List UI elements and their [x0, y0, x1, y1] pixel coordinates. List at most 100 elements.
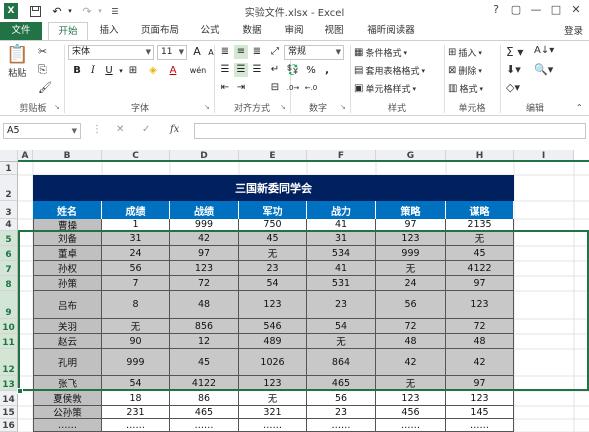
data-cell[interactable]: 54 — [102, 376, 170, 391]
autosum-icon[interactable]: Σ ▾ — [506, 45, 523, 59]
data-cell[interactable]: …… — [446, 419, 514, 432]
data-cell[interactable]: 无 — [376, 376, 446, 391]
column-title-cell[interactable]: 谋略 — [446, 201, 514, 219]
data-cell[interactable]: 72 — [446, 319, 514, 334]
column-title-cell[interactable]: 战力 — [307, 201, 376, 219]
name-cell[interactable]: 刘备 — [33, 231, 102, 246]
data-cell[interactable]: 23 — [307, 406, 376, 419]
wrap-text-icon[interactable]: ↵ — [268, 63, 282, 77]
row-header-6[interactable]: 6 — [0, 246, 18, 261]
login-link[interactable]: 登录 — [564, 23, 583, 37]
tab-data[interactable]: 数据 — [236, 22, 268, 40]
row-header-10[interactable]: 10 — [0, 319, 18, 334]
data-cell[interactable]: 864 — [307, 349, 376, 376]
table-title[interactable]: 三国新委同学会 — [33, 175, 514, 201]
data-cell[interactable]: 1 — [102, 219, 170, 231]
enter-icon[interactable]: ✓ — [142, 124, 150, 135]
data-cell[interactable]: 24 — [376, 276, 446, 291]
clipboard-launcher-icon[interactable]: ↘ — [54, 103, 60, 111]
italic-button[interactable]: I — [86, 64, 100, 78]
data-cell[interactable]: 4122 — [446, 261, 514, 276]
data-cell[interactable]: 7 — [102, 276, 170, 291]
shrink-font-icon[interactable]: A — [204, 46, 218, 60]
alignment-launcher-icon[interactable]: ↘ — [280, 103, 286, 111]
data-cell[interactable]: 123 — [376, 231, 446, 246]
name-cell[interactable]: …… — [33, 419, 102, 432]
font-name-combo[interactable]: 宋体 ▼ — [68, 45, 154, 60]
data-cell[interactable]: …… — [170, 419, 239, 432]
tab-home[interactable]: 开始 — [48, 22, 88, 40]
data-cell[interactable]: 97 — [446, 376, 514, 391]
row-header-7[interactable]: 7 — [0, 261, 18, 276]
align-middle-icon[interactable]: ≡ — [234, 45, 248, 59]
data-cell[interactable]: 123 — [239, 376, 307, 391]
data-cell[interactable]: 999 — [102, 349, 170, 376]
help-button[interactable]: ? — [487, 2, 505, 18]
fill-color-icon[interactable]: ◈ — [146, 64, 160, 78]
data-cell[interactable]: 999 — [376, 246, 446, 261]
grow-font-icon[interactable]: A — [190, 45, 204, 59]
data-cell[interactable]: 42 — [376, 349, 446, 376]
phonetic-icon[interactable]: wén — [186, 64, 210, 78]
sort-filter-icon[interactable]: A↓▾ — [534, 45, 554, 56]
data-cell[interactable]: 534 — [307, 246, 376, 261]
row-header-2[interactable]: 2 — [0, 175, 18, 201]
fill-icon[interactable]: ⬇▾ — [506, 63, 521, 76]
tab-file[interactable]: 文件 — [0, 22, 42, 40]
font-size-combo[interactable]: 11 ▼ — [157, 45, 187, 60]
data-cell[interactable]: …… — [307, 419, 376, 432]
number-format-combo[interactable]: 常规 ▼ — [284, 45, 344, 60]
data-cell[interactable]: 97 — [376, 219, 446, 231]
data-cell[interactable]: 无 — [239, 246, 307, 261]
data-cell[interactable]: 48 — [446, 334, 514, 349]
clear-icon[interactable]: ◇▾ — [506, 81, 520, 94]
name-cell[interactable]: 吕布 — [33, 291, 102, 319]
data-cell[interactable]: 31 — [102, 231, 170, 246]
name-box[interactable]: A5 ▼ — [3, 123, 81, 139]
column-title-cell[interactable]: 姓名 — [33, 201, 102, 219]
maximize-button[interactable]: □ — [547, 2, 565, 18]
align-left-icon[interactable]: ☰ — [218, 63, 232, 77]
align-top-icon[interactable]: ≣ — [218, 45, 232, 59]
fill-handle[interactable] — [17, 388, 23, 394]
data-cell[interactable]: 18 — [102, 391, 170, 406]
minimize-button[interactable]: — — [527, 2, 545, 18]
orientation-icon[interactable]: ⤢ — [268, 45, 282, 59]
decrease-decimal-icon[interactable]: ←.0 — [304, 81, 318, 95]
copy-icon[interactable]: ⎘ — [38, 63, 47, 77]
data-cell[interactable]: 72 — [376, 319, 446, 334]
collapse-ribbon-icon[interactable]: ⌃ — [576, 103, 583, 112]
format-painter-icon[interactable]: 🖌 — [38, 81, 52, 94]
data-cell[interactable]: 56 — [376, 291, 446, 319]
data-cell[interactable]: 48 — [170, 291, 239, 319]
data-cell[interactable]: 24 — [102, 246, 170, 261]
data-cell[interactable]: 546 — [239, 319, 307, 334]
data-cell[interactable]: 41 — [307, 261, 376, 276]
cut-icon[interactable]: ✂ — [38, 45, 47, 58]
increase-indent-icon[interactable]: ⇥ — [234, 81, 248, 95]
row-header-9[interactable]: 9 — [0, 291, 18, 319]
cell-styles-button[interactable]: ▣ 单元格样式 ▾ — [354, 82, 416, 96]
name-cell[interactable]: 公孙策 — [33, 406, 102, 419]
conditional-format-button[interactable]: ▦ 条件格式 ▾ — [354, 46, 407, 60]
column-title-cell[interactable]: 军功 — [239, 201, 307, 219]
data-cell[interactable]: 465 — [307, 376, 376, 391]
data-cell[interactable]: 31 — [307, 231, 376, 246]
data-cell[interactable]: 56 — [307, 391, 376, 406]
insert-function-icon[interactable]: fx — [170, 124, 179, 135]
data-cell[interactable]: 123 — [239, 291, 307, 319]
data-cell[interactable]: 123 — [446, 391, 514, 406]
increase-decimal-icon[interactable]: .0→ — [286, 81, 300, 95]
data-cell[interactable]: 无 — [307, 334, 376, 349]
data-cell[interactable]: …… — [376, 419, 446, 432]
row-header-5[interactable]: 5 — [0, 231, 18, 246]
name-cell[interactable]: 曹操 — [33, 219, 102, 232]
data-cell[interactable]: 12 — [170, 334, 239, 349]
tab-foxit-reader[interactable]: 福昕阅读器 — [360, 22, 422, 40]
tab-page-layout[interactable]: 页面布局 — [134, 22, 186, 40]
data-cell[interactable]: 8 — [102, 291, 170, 319]
find-select-icon[interactable]: 🔍▾ — [534, 63, 553, 76]
data-cell[interactable]: …… — [102, 419, 170, 432]
data-cell[interactable]: 123 — [170, 261, 239, 276]
name-cell[interactable]: 关羽 — [33, 319, 102, 334]
